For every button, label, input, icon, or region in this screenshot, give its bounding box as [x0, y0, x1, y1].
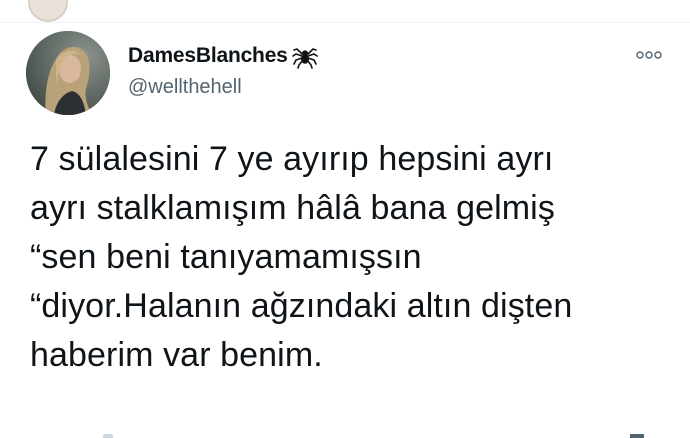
tweet-text-line: haberim var benim. — [30, 336, 323, 374]
share-icon-partial[interactable] — [630, 434, 644, 438]
avatar-photo — [26, 31, 110, 115]
more-options-icon — [636, 51, 662, 59]
tweet-text: 7 sülalesini 7 ye ayırıp hepsini ayrı ay… — [30, 135, 670, 380]
spider-icon — [291, 48, 318, 69]
handle[interactable]: @wellthehell — [128, 76, 242, 99]
previous-tweet-strip — [0, 0, 690, 22]
previous-tweet-avatar[interactable] — [28, 0, 68, 22]
tweet-text-line: ayrı stalklamışım hâlâ bana gelmiş — [30, 189, 555, 227]
avatar[interactable] — [26, 31, 110, 115]
action-icon-partial[interactable] — [103, 434, 113, 438]
tweet-text-line: 7 sülalesini 7 ye ayırıp hepsini ayrı — [30, 140, 554, 178]
tweet[interactable]: DamesBlanches @wellthehell 7 sülalesini … — [0, 23, 690, 438]
more-options-button[interactable] — [632, 45, 666, 65]
tweet-text-line: “diyor.Halanın ağzındaki altın dişten — [30, 287, 573, 325]
tweet-text-line: “sen beni tanıyamamışsın — [30, 238, 422, 276]
author-name-row[interactable]: DamesBlanches — [128, 43, 318, 69]
display-name[interactable]: DamesBlanches — [128, 44, 288, 68]
